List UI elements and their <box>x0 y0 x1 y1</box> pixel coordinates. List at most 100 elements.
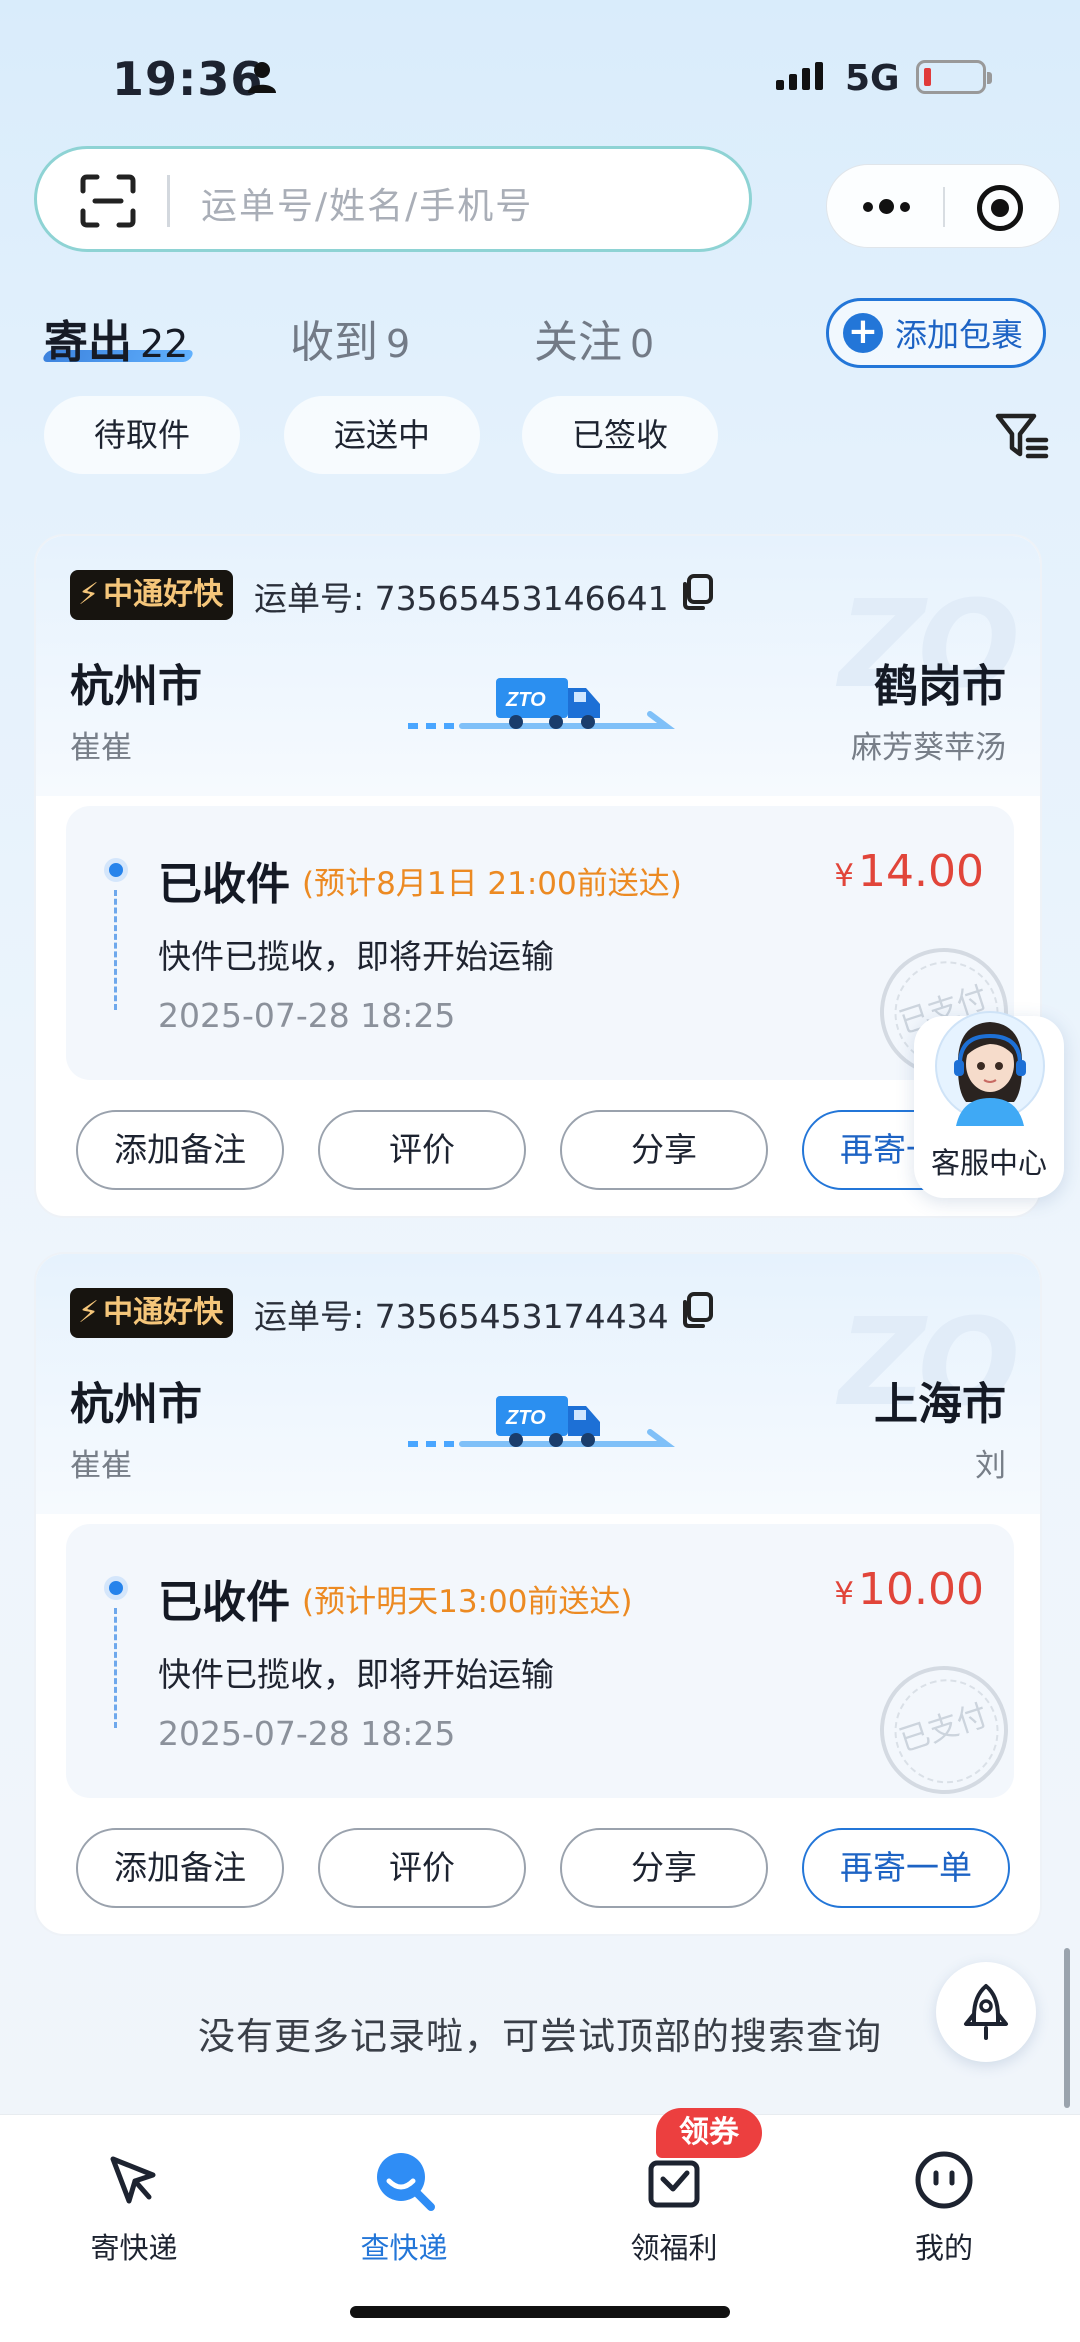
recipient-name: 麻芳葵苹汤 <box>851 730 1006 766</box>
signal-icon <box>776 62 823 90</box>
timeline-line <box>114 1608 117 1728</box>
price-value: 14.00 <box>858 846 984 897</box>
nav-send-express[interactable]: 寄快递 <box>34 2133 234 2267</box>
tab-count: 22 <box>140 322 189 366</box>
scrollbar[interactable] <box>1064 1948 1070 2108</box>
profile-icon <box>915 2151 973 2209</box>
search-input[interactable]: 运单号/姓名/手机号 <box>201 177 533 229</box>
tab-label: 寄出 <box>44 317 132 368</box>
home-indicator <box>350 2306 730 2318</box>
tracking-panel[interactable]: 已收件 (预计8月1日 21:00前送达) ¥14.00 快件已揽收，即将开始运… <box>66 806 1025 1093</box>
filter-pending-pickup[interactable]: 待取件 <box>44 396 240 474</box>
waybill-number: 运单号: 73565453146641 <box>254 572 669 620</box>
price: ¥14.00 <box>834 846 984 897</box>
add-package-button[interactable]: + 添加包裹 <box>826 298 1046 368</box>
truck-icon: ZTO <box>408 678 675 729</box>
waybill-number: 运单号: 73565453174434 <box>254 1290 669 1338</box>
status-dot <box>104 858 128 882</box>
timeline-line <box>114 890 117 1010</box>
battery-icon <box>916 60 992 94</box>
shipment-status: 已收件 <box>158 859 290 910</box>
nav-label: 寄快递 <box>90 2231 178 2265</box>
currency-symbol: ¥ <box>834 858 855 894</box>
filter-signed[interactable]: 已签收 <box>522 396 718 474</box>
recipient-name: 刘 <box>975 1448 1006 1484</box>
more-icon[interactable] <box>863 199 910 214</box>
service-badge-label: 中通好快 <box>103 577 224 612</box>
add-note-button[interactable]: 添加备注 <box>76 1110 284 1190</box>
origin-city: 杭州市 <box>70 1379 202 1430</box>
no-more-records-text: 没有更多记录啦，可尝试顶部的搜索查询 <box>198 2015 882 2058</box>
capsule-divider <box>943 187 945 227</box>
close-target-icon[interactable] <box>977 185 1023 231</box>
status-time: 19:36 <box>112 52 264 106</box>
nav-profile[interactable]: 我的 <box>844 2133 1044 2267</box>
customer-service-button[interactable]: 客服中心 <box>914 1011 1064 1198</box>
copy-icon[interactable] <box>679 572 715 612</box>
eta-text: (预计8月1日 21:00前送达) <box>302 866 682 902</box>
sender-name: 崔崔 <box>70 730 132 766</box>
review-button[interactable]: 评价 <box>318 1828 526 1908</box>
price: ¥10.00 <box>834 1564 984 1615</box>
shipment-card[interactable]: ZO ⚡ 中通好快 运单号: 73565453174434 杭州市 崔崔 ZTO… <box>34 1252 1042 1936</box>
share-button[interactable]: 分享 <box>560 1110 768 1190</box>
service-badge: ⚡ 中通好快 <box>70 570 234 620</box>
service-badge: ⚡ 中通好快 <box>70 1288 234 1338</box>
destination-city: 上海市 <box>874 1379 1006 1430</box>
search-divider <box>167 175 170 227</box>
filter-in-transit[interactable]: 运送中 <box>284 396 480 474</box>
price-value: 10.00 <box>858 1564 984 1615</box>
status-dot <box>104 1576 128 1600</box>
shipment-card[interactable]: ZO ⚡ 中通好快 运单号: 73565453146641 杭州市 崔崔 ZTO… <box>34 534 1042 1218</box>
eta-text: (预计明天13:00前送达) <box>302 1584 633 1620</box>
tab-received[interactable]: 收到 9 <box>290 306 410 370</box>
search-bar[interactable]: 运单号/姓名/手机号 <box>34 146 752 252</box>
paid-stamp: 已支付 <box>863 1649 1025 1811</box>
network-type: 5G <box>845 58 900 99</box>
add-package-label: 添加包裹 <box>895 316 1024 354</box>
share-button[interactable]: 分享 <box>560 1828 768 1908</box>
tracking-description: 快件已揽收，即将开始运输 <box>158 937 554 976</box>
send-icon <box>110 2156 156 2204</box>
tab-count: 0 <box>630 322 655 366</box>
sender-name: 崔崔 <box>70 1448 132 1484</box>
tab-sent[interactable]: 寄出 22 <box>44 306 188 370</box>
nav-label: 查快递 <box>360 2231 448 2265</box>
back-to-top-button[interactable] <box>936 1962 1036 2062</box>
currency-symbol: ¥ <box>834 1576 855 1612</box>
coupon-badge[interactable]: 领券 <box>656 2108 762 2158</box>
scan-icon[interactable] <box>79 173 137 229</box>
waybill-value: 73565453174434 <box>374 1297 669 1336</box>
tracking-panel[interactable]: 已收件 (预计明天13:00前送达) ¥10.00 快件已揽收，即将开始运输 2… <box>66 1524 1025 1811</box>
tab-followed[interactable]: 关注 0 <box>534 306 654 370</box>
tracking-description: 快件已揽收，即将开始运输 <box>158 1655 554 1694</box>
service-avatar-icon <box>935 1011 1045 1126</box>
service-badge-label: 中通好快 <box>103 1295 224 1330</box>
search-express-icon <box>377 2153 435 2211</box>
copy-icon[interactable] <box>679 1290 715 1330</box>
resend-button[interactable]: 再寄一单 <box>802 1828 1010 1908</box>
shipment-status: 已收件 <box>158 1577 290 1628</box>
waybill-label: 运单号: <box>254 1297 365 1336</box>
waybill-label: 运单号: <box>254 579 365 618</box>
waybill-value: 73565453146641 <box>374 579 669 618</box>
bolt-icon: ⚡ <box>78 577 100 612</box>
destination-city: 鹤岗市 <box>874 661 1006 712</box>
add-note-button[interactable]: 添加备注 <box>76 1828 284 1908</box>
service-center-label: 客服中心 <box>930 1146 1047 1180</box>
person-icon <box>248 62 276 93</box>
plus-icon: + <box>843 313 883 353</box>
nav-label: 领福利 <box>630 2231 718 2265</box>
bolt-icon: ⚡ <box>78 1295 100 1330</box>
review-button[interactable]: 评价 <box>318 1110 526 1190</box>
rocket-icon <box>964 1984 1008 2040</box>
origin-city: 杭州市 <box>70 661 202 712</box>
svg-text:ZTO: ZTO <box>505 1407 546 1429</box>
nav-track-express[interactable]: 查快递 <box>304 2133 504 2267</box>
tab-label: 关注 <box>534 317 622 368</box>
tab-label: 收到 <box>290 317 378 368</box>
svg-text:ZTO: ZTO <box>505 689 546 711</box>
tracking-time: 2025-07-28 18:25 <box>158 996 456 1035</box>
mini-program-capsule[interactable] <box>826 164 1060 248</box>
filter-icon[interactable] <box>994 410 1050 462</box>
